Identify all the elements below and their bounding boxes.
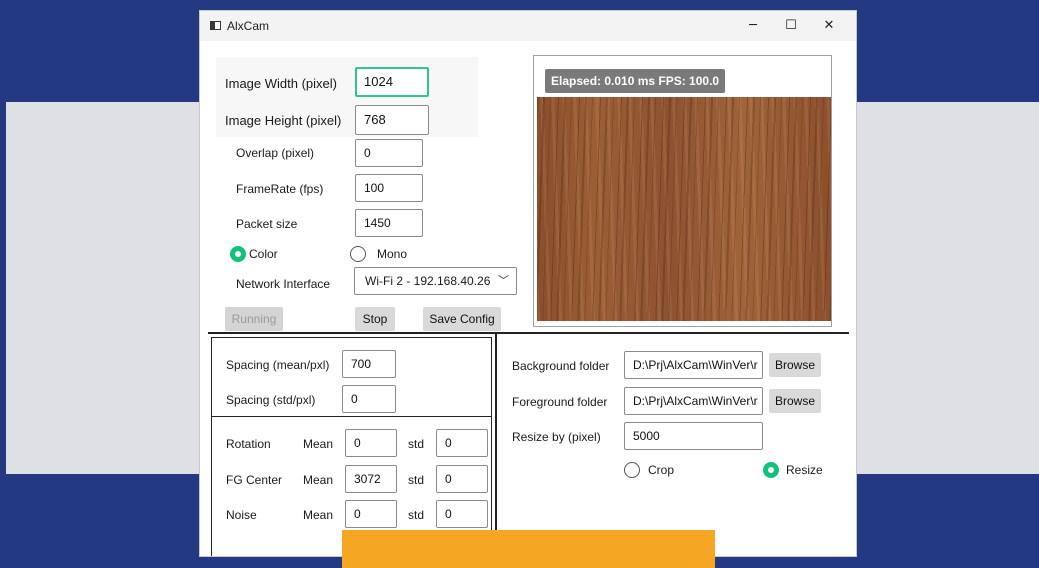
fg-center-mean-input[interactable]: 3072 [345, 465, 397, 493]
fg-center-std-input[interactable]: 0 [436, 465, 488, 493]
noise-std-label: std [408, 508, 425, 522]
rotation-std-input[interactable]: 0 [436, 429, 488, 457]
preview-panel: Elapsed: 0.010 ms FPS: 100.0 [533, 55, 832, 327]
save-config-button[interactable]: Save Config [423, 307, 501, 331]
spacing-std-input[interactable]: 0 [342, 385, 396, 413]
network-interface-select[interactable]: Wi-Fi 2 - 192.168.40.26 ﹀ [354, 267, 517, 295]
packet-size-input[interactable]: 1450 [355, 209, 423, 237]
mono-label: Mono [377, 247, 408, 261]
noise-mean-input[interactable]: 0 [345, 500, 397, 528]
minimize-button[interactable]: ─ [734, 11, 772, 41]
camera-preview-image [537, 97, 831, 321]
orange-overlay [342, 530, 715, 568]
background-browse-button[interactable]: Browse [769, 353, 821, 377]
crop-label: Crop [648, 463, 675, 477]
close-button[interactable]: ✕ [810, 11, 848, 41]
spacing-mean-label: Spacing (mean/pxl) [226, 358, 330, 372]
framerate-input[interactable]: 100 [355, 174, 423, 202]
fg-center-mean-label: Mean [303, 473, 334, 487]
maximize-button[interactable]: ☐ [772, 11, 810, 41]
stop-button[interactable]: Stop [355, 307, 395, 331]
image-width-label: Image Width (pixel) [225, 76, 337, 91]
overlap-label: Overlap (pixel) [236, 146, 315, 160]
spacing-mean-input[interactable]: 700 [342, 350, 396, 378]
network-interface-value: Wi-Fi 2 - 192.168.40.26 [365, 274, 491, 288]
rotation-label: Rotation [226, 437, 271, 451]
background-folder-label: Background folder [512, 359, 610, 373]
noise-std-input[interactable]: 0 [436, 500, 488, 528]
background-folder-input[interactable]: D:\Prj\AlxCam\WinVer\r [624, 351, 763, 379]
running-button[interactable]: Running [225, 307, 283, 331]
resize-by-input[interactable]: 5000 [624, 422, 763, 450]
app-window: AlxCam ─ ☐ ✕ Image Width (pixel) 1024 Im… [199, 10, 857, 557]
client-area: Image Width (pixel) 1024 Image Height (p… [208, 41, 849, 556]
crop-radio[interactable] [624, 462, 640, 478]
app-icon [210, 21, 221, 30]
foreground-browse-button[interactable]: Browse [769, 389, 821, 413]
chevron-down-icon: ﹀ [498, 275, 509, 287]
fg-center-label: FG Center [226, 473, 283, 487]
horizontal-divider [208, 332, 849, 334]
color-radio[interactable] [230, 246, 246, 262]
resize-radio[interactable] [763, 462, 779, 478]
rotation-mean-label: Mean [303, 437, 334, 451]
foreground-folder-input[interactable]: D:\Prj\AlxCam\WinVer\r [624, 387, 763, 415]
resize-by-label: Resize by (pixel) [512, 430, 601, 444]
rotation-std-label: std [408, 437, 425, 451]
resize-label: Resize [786, 463, 823, 477]
mono-radio[interactable] [350, 246, 366, 262]
color-label: Color [249, 247, 278, 261]
noise-label: Noise [226, 508, 257, 522]
rotation-mean-input[interactable]: 0 [345, 429, 397, 457]
fps-stats: Elapsed: 0.010 ms FPS: 100.0 [545, 69, 726, 93]
image-height-input[interactable]: 768 [355, 105, 429, 135]
spacing-std-label: Spacing (std/pxl) [226, 393, 316, 407]
network-interface-label: Network Interface [236, 277, 331, 291]
image-width-input[interactable]: 1024 [355, 67, 429, 97]
vertical-divider [495, 334, 497, 556]
image-height-label: Image Height (pixel) [225, 113, 342, 128]
overlap-input[interactable]: 0 [355, 139, 423, 167]
foreground-folder-label: Foreground folder [512, 395, 608, 409]
framerate-label: FrameRate (fps) [236, 182, 324, 196]
spacing-panel: Spacing (mean/pxl) 700 Spacing (std/pxl)… [211, 337, 492, 417]
title-bar: AlxCam ─ ☐ ✕ [200, 11, 856, 41]
packet-size-label: Packet size [236, 217, 298, 231]
window-title: AlxCam [227, 19, 270, 33]
noise-mean-label: Mean [303, 508, 334, 522]
fg-center-std-label: std [408, 473, 425, 487]
